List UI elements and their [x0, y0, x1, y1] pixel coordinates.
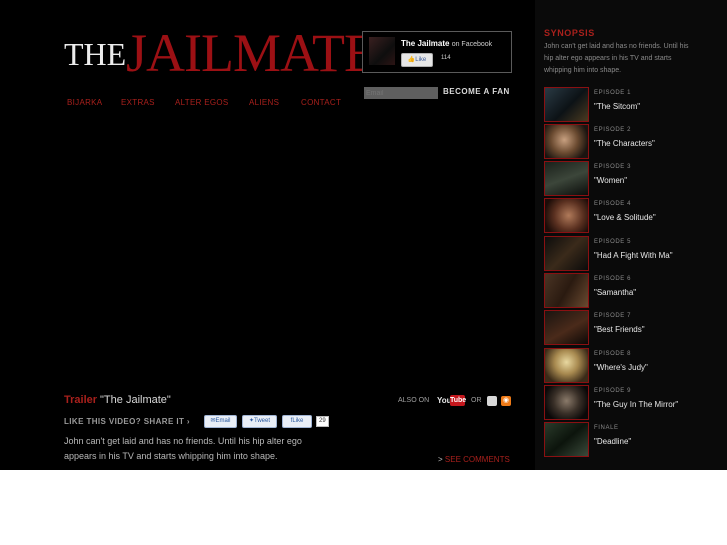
mobile-icon[interactable]: [487, 396, 497, 406]
episode-item-4[interactable]: EPISODE 4 "Love & Solitude": [544, 198, 724, 233]
episode-thumbnail[interactable]: [544, 310, 589, 345]
episode-number: EPISODE 1: [594, 90, 632, 96]
episode-title: "The Sitcom": [594, 102, 641, 111]
episode-title: "Love & Solitude": [594, 213, 656, 222]
episode-number: EPISODE 5: [594, 239, 632, 245]
episode-item-2[interactable]: EPISODE 2 "The Characters": [544, 124, 724, 159]
synopsis-heading: SYNOPSIS: [544, 28, 595, 38]
trailer-heading: Trailer "The Jailmate": [64, 394, 171, 406]
episode-title: "Deadline": [594, 437, 632, 446]
youtube-icon[interactable]: You Tube: [437, 395, 467, 407]
share-like-button[interactable]: fLike: [282, 415, 312, 428]
trailer-label: Trailer: [64, 394, 98, 406]
episode-thumbnail[interactable]: [544, 161, 589, 196]
share-tweet-label: Tweet: [254, 418, 271, 424]
nav-item-contact[interactable]: CONTACT: [301, 98, 341, 107]
share-email-button[interactable]: ✉Email: [204, 415, 237, 428]
episode-title: "The Guy In The Mirror": [594, 400, 679, 409]
facebook-like-label: Like: [415, 57, 427, 63]
share-row: LIKE THIS VIDEO? SHARE IT › ✉Email ✦Twee…: [64, 415, 364, 429]
nav-item-alter-egos[interactable]: ALTER EGOS: [175, 98, 229, 107]
episode-number: EPISODE 2: [594, 127, 632, 133]
episode-number: EPISODE 3: [594, 164, 632, 170]
episode-thumbnail[interactable]: [544, 87, 589, 122]
episode-thumbnail[interactable]: [544, 124, 589, 159]
share-tweet-button[interactable]: ✦Tweet: [242, 415, 277, 428]
facebook-box: The Jailmate on Facebook 👍Like 114: [362, 31, 512, 73]
also-on-label: ALSO ON: [398, 397, 430, 404]
episode-number: EPISODE 4: [594, 201, 632, 207]
or-label: OR: [471, 397, 482, 404]
episode-thumbnail[interactable]: [544, 348, 589, 383]
facebook-suffix: on Facebook: [451, 41, 493, 48]
episode-thumbnail[interactable]: [544, 422, 589, 457]
episode-thumbnail[interactable]: [544, 198, 589, 233]
nav-item-bijarka[interactable]: BIJARKA: [67, 98, 102, 107]
email-field[interactable]: [364, 87, 438, 99]
facebook-page-title[interactable]: The Jailmate on Facebook: [401, 39, 492, 48]
facebook-like-button[interactable]: 👍Like: [401, 53, 433, 67]
rss-icon[interactable]: ◉: [501, 396, 511, 406]
share-email-label: Email: [215, 418, 231, 424]
facebook-page-image[interactable]: [369, 37, 395, 65]
see-comments-label: SEE COMMENTS: [444, 455, 510, 464]
episode-number: FINALE: [594, 425, 619, 431]
share-like-count: 29: [316, 416, 329, 427]
logo-jailmate: JAILMATE: [126, 23, 377, 83]
episode-item-3[interactable]: EPISODE 3 "Women": [544, 161, 724, 196]
facebook-like-count: 114: [441, 55, 451, 61]
episode-number: EPISODE 6: [594, 276, 632, 282]
episode-item-8[interactable]: EPISODE 8 "Where's Judy": [544, 348, 724, 383]
episode-title: "Samantha": [594, 288, 637, 297]
episode-item-7[interactable]: EPISODE 7 "Best Friends": [544, 310, 724, 345]
share-label: LIKE THIS VIDEO? SHARE IT ›: [64, 417, 190, 426]
episode-item-5[interactable]: EPISODE 5 "Had A Fight With Ma": [544, 236, 724, 271]
episode-title: "Women": [594, 176, 628, 185]
episode-item-9[interactable]: EPISODE 9 "The Guy In The Mirror": [544, 385, 724, 420]
nav-item-extras[interactable]: EXTRAS: [121, 98, 155, 107]
episode-thumbnail[interactable]: [544, 273, 589, 308]
episode-thumbnail[interactable]: [544, 236, 589, 271]
chevron-right-icon: ›: [186, 417, 190, 426]
video-player[interactable]: [62, 118, 514, 386]
episode-number: EPISODE 7: [594, 313, 632, 319]
episode-item-finale[interactable]: FINALE "Deadline": [544, 422, 724, 457]
episode-title: "The Characters": [594, 139, 655, 148]
see-comments-arrow: >: [438, 455, 443, 464]
trailer-title: "The Jailmate": [100, 394, 171, 406]
episode-title: "Best Friends": [594, 325, 645, 334]
see-comments-link[interactable]: > SEE COMMENTS: [438, 455, 510, 464]
nav-item-aliens[interactable]: ALIENS: [249, 98, 279, 107]
become-a-fan-button[interactable]: BECOME A FAN: [443, 87, 510, 96]
logo-the: THE: [64, 36, 127, 72]
episode-title: "Had A Fight With Ma": [594, 251, 673, 260]
share-like-label: Like: [292, 418, 304, 424]
episode-item-6[interactable]: EPISODE 6 "Samantha": [544, 273, 724, 308]
video-description: John can't get laid and has no friends. …: [64, 436, 302, 461]
synopsis-text: John can't get laid and has no friends. …: [544, 43, 689, 74]
main-nav: BIJARKA EXTRAS ALTER EGOS ALIENS CONTACT: [67, 98, 347, 110]
episode-number: EPISODE 9: [594, 388, 632, 394]
episode-item-1[interactable]: EPISODE 1 "The Sitcom": [544, 87, 724, 122]
episode-title: "Where's Judy": [594, 363, 648, 372]
share-label-text: LIKE THIS VIDEO? SHARE IT: [64, 417, 185, 426]
facebook-page-name: The Jailmate: [401, 39, 450, 48]
youtube-tube: Tube: [450, 395, 467, 406]
episode-number: EPISODE 8: [594, 351, 632, 357]
episode-thumbnail[interactable]: [544, 385, 589, 420]
